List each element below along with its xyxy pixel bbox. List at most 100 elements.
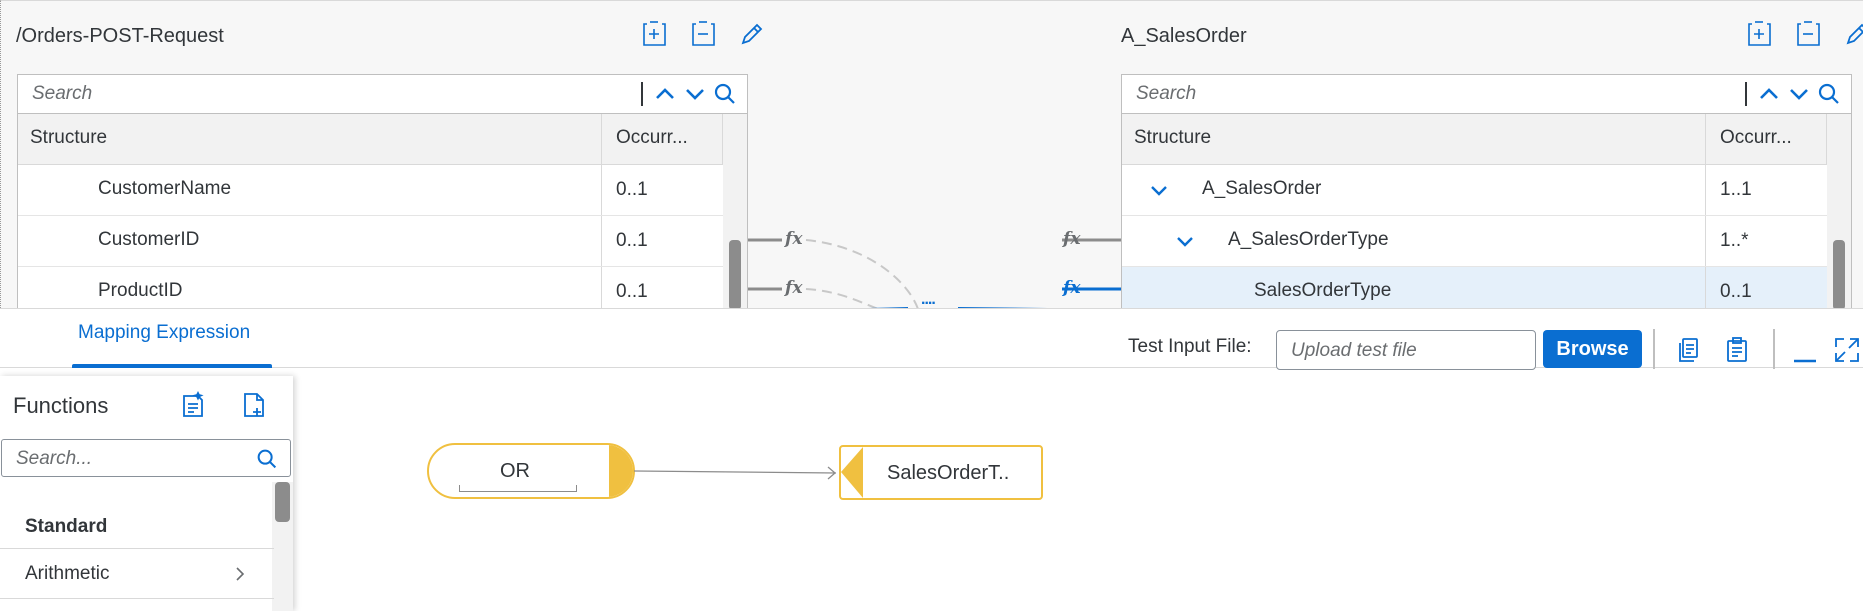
search-icon[interactable]: [254, 446, 280, 472]
source-table-header: Structure Occurr...: [18, 114, 747, 165]
source-scrollbar[interactable]: [723, 164, 747, 308]
table-row[interactable]: ProductID 0..1: [18, 267, 747, 308]
browse-button[interactable]: Browse: [1543, 330, 1642, 368]
search-icon[interactable]: [1815, 80, 1843, 108]
scrollbar-thumb[interactable]: [275, 482, 290, 522]
table-row[interactable]: CustomerID 0..1: [18, 216, 747, 267]
mapping-overview: /Orders-POST-Request Search Structure Oc…: [0, 0, 1863, 309]
target-scrollbar[interactable]: [1827, 164, 1851, 308]
table-row[interactable]: CustomerName 0..1: [18, 165, 747, 216]
column-separator: [601, 114, 602, 164]
functions-panel: Functions Search... Standard Arithmetic: [0, 376, 293, 611]
node-name: CustomerID: [98, 229, 200, 250]
target-table-header: Structure Occurr...: [1122, 114, 1851, 165]
expand-chevron-icon[interactable]: [1148, 179, 1170, 201]
table-row-selected[interactable]: SalesOrderType 0..1: [1122, 267, 1851, 308]
copy-icon[interactable]: [1673, 335, 1703, 365]
source-tree-panel: Search Structure Occurr... CustomerName …: [17, 74, 748, 309]
source-search[interactable]: Search: [18, 75, 747, 114]
target-search-input[interactable]: Search: [1136, 83, 1196, 105]
function-node-output-port[interactable]: [609, 445, 633, 497]
functions-section-standard: Standard: [25, 516, 108, 537]
tab-mapping-expression[interactable]: Mapping Expression: [62, 309, 272, 368]
fx-icon[interactable]: fx: [785, 278, 802, 298]
node-name: A_SalesOrder: [1202, 178, 1322, 199]
column-structure[interactable]: Structure: [30, 127, 107, 149]
table-row[interactable]: A_SalesOrder 1..1: [1122, 165, 1851, 216]
collapse-all-icon[interactable]: [688, 19, 718, 49]
function-category-label: Arithmetic: [25, 563, 110, 584]
functions-search-input[interactable]: Search...: [1, 439, 291, 477]
node-occurrence: 0..1: [1720, 281, 1752, 302]
chevron-up-icon[interactable]: [1755, 80, 1783, 108]
fx-icon[interactable]: fx: [1063, 278, 1080, 298]
chevron-up-icon[interactable]: [651, 80, 679, 108]
column-separator: [1705, 267, 1706, 308]
node-name: CustomerName: [98, 178, 232, 199]
column-occurrence[interactable]: Occurr...: [1720, 127, 1792, 149]
fx-icon[interactable]: fx: [1063, 229, 1080, 249]
function-node-input-bar: [459, 485, 577, 492]
target-node-input-port[interactable]: [839, 445, 865, 500]
search-separator: [1745, 82, 1747, 106]
column-separator: [601, 267, 602, 308]
connection-line: [634, 466, 837, 480]
scrollbar-thumb[interactable]: [729, 240, 741, 308]
divider: [1653, 329, 1655, 369]
chevron-down-icon[interactable]: [1785, 80, 1813, 108]
column-separator: [1705, 114, 1706, 164]
add-function-icon[interactable]: [239, 390, 269, 420]
collapse-all-icon[interactable]: [1793, 19, 1823, 49]
expand-all-icon[interactable]: [1744, 19, 1774, 49]
column-structure[interactable]: Structure: [1134, 127, 1211, 149]
functions-scrollbar[interactable]: [272, 482, 293, 611]
search-icon[interactable]: [711, 80, 739, 108]
active-tab-indicator: [72, 364, 272, 368]
paste-icon[interactable]: [1722, 335, 1752, 365]
search-separator: [641, 82, 643, 106]
chevron-down-icon[interactable]: [681, 80, 709, 108]
node-occurrence: 0..1: [616, 179, 648, 200]
upload-placeholder: Upload test file: [1291, 340, 1417, 361]
upload-test-file-input[interactable]: Upload test file: [1276, 330, 1536, 370]
expression-tab-bar: Mapping Expression Test Input File: Uplo…: [0, 308, 1863, 370]
source-search-input[interactable]: Search: [32, 83, 92, 105]
column-occurrence[interactable]: Occurr...: [616, 127, 688, 149]
function-node-or[interactable]: OR: [427, 443, 635, 499]
table-row[interactable]: A_SalesOrderType 1..*: [1122, 216, 1851, 267]
chevron-right-icon: [232, 566, 248, 582]
target-search[interactable]: Search: [1122, 75, 1851, 114]
target-node-salesordertype[interactable]: SalesOrderT..: [839, 445, 1043, 500]
function-node-label: OR: [500, 460, 530, 482]
collapsed-mappings-indicator[interactable]: ....: [921, 291, 936, 309]
target-node-label: SalesOrderT..: [887, 462, 1010, 484]
function-category-arithmetic[interactable]: Arithmetic: [0, 549, 274, 598]
node-occurrence: 1..*: [1720, 230, 1749, 251]
divider: [0, 598, 274, 599]
column-separator: [1826, 114, 1827, 164]
minimize-icon[interactable]: [1790, 335, 1820, 365]
target-tree-panel: Search Structure Occurr... A_SalesOrder …: [1121, 74, 1852, 309]
column-separator: [601, 165, 602, 215]
edit-icon[interactable]: [737, 19, 767, 49]
column-separator: [1705, 216, 1706, 266]
column-separator: [1705, 165, 1706, 215]
node-name: ProductID: [98, 280, 183, 301]
functions-title: Functions: [13, 393, 109, 418]
node-name: SalesOrderType: [1254, 280, 1392, 301]
node-occurrence: 0..1: [616, 230, 648, 251]
divider: [1773, 329, 1775, 369]
edit-icon[interactable]: [1842, 19, 1863, 49]
source-title: /Orders-POST-Request: [16, 25, 224, 47]
maximize-icon[interactable]: [1832, 335, 1862, 365]
expand-chevron-icon[interactable]: [1174, 230, 1196, 252]
tab-label: Mapping Expression: [78, 322, 251, 343]
test-input-label: Test Input File:: [1128, 336, 1252, 357]
node-occurrence: 0..1: [616, 281, 648, 302]
column-separator: [601, 216, 602, 266]
fx-icon[interactable]: fx: [785, 229, 802, 249]
expand-all-icon[interactable]: [639, 19, 669, 49]
column-separator: [722, 114, 723, 164]
new-function-icon[interactable]: [178, 390, 208, 420]
scrollbar-thumb[interactable]: [1833, 240, 1845, 308]
